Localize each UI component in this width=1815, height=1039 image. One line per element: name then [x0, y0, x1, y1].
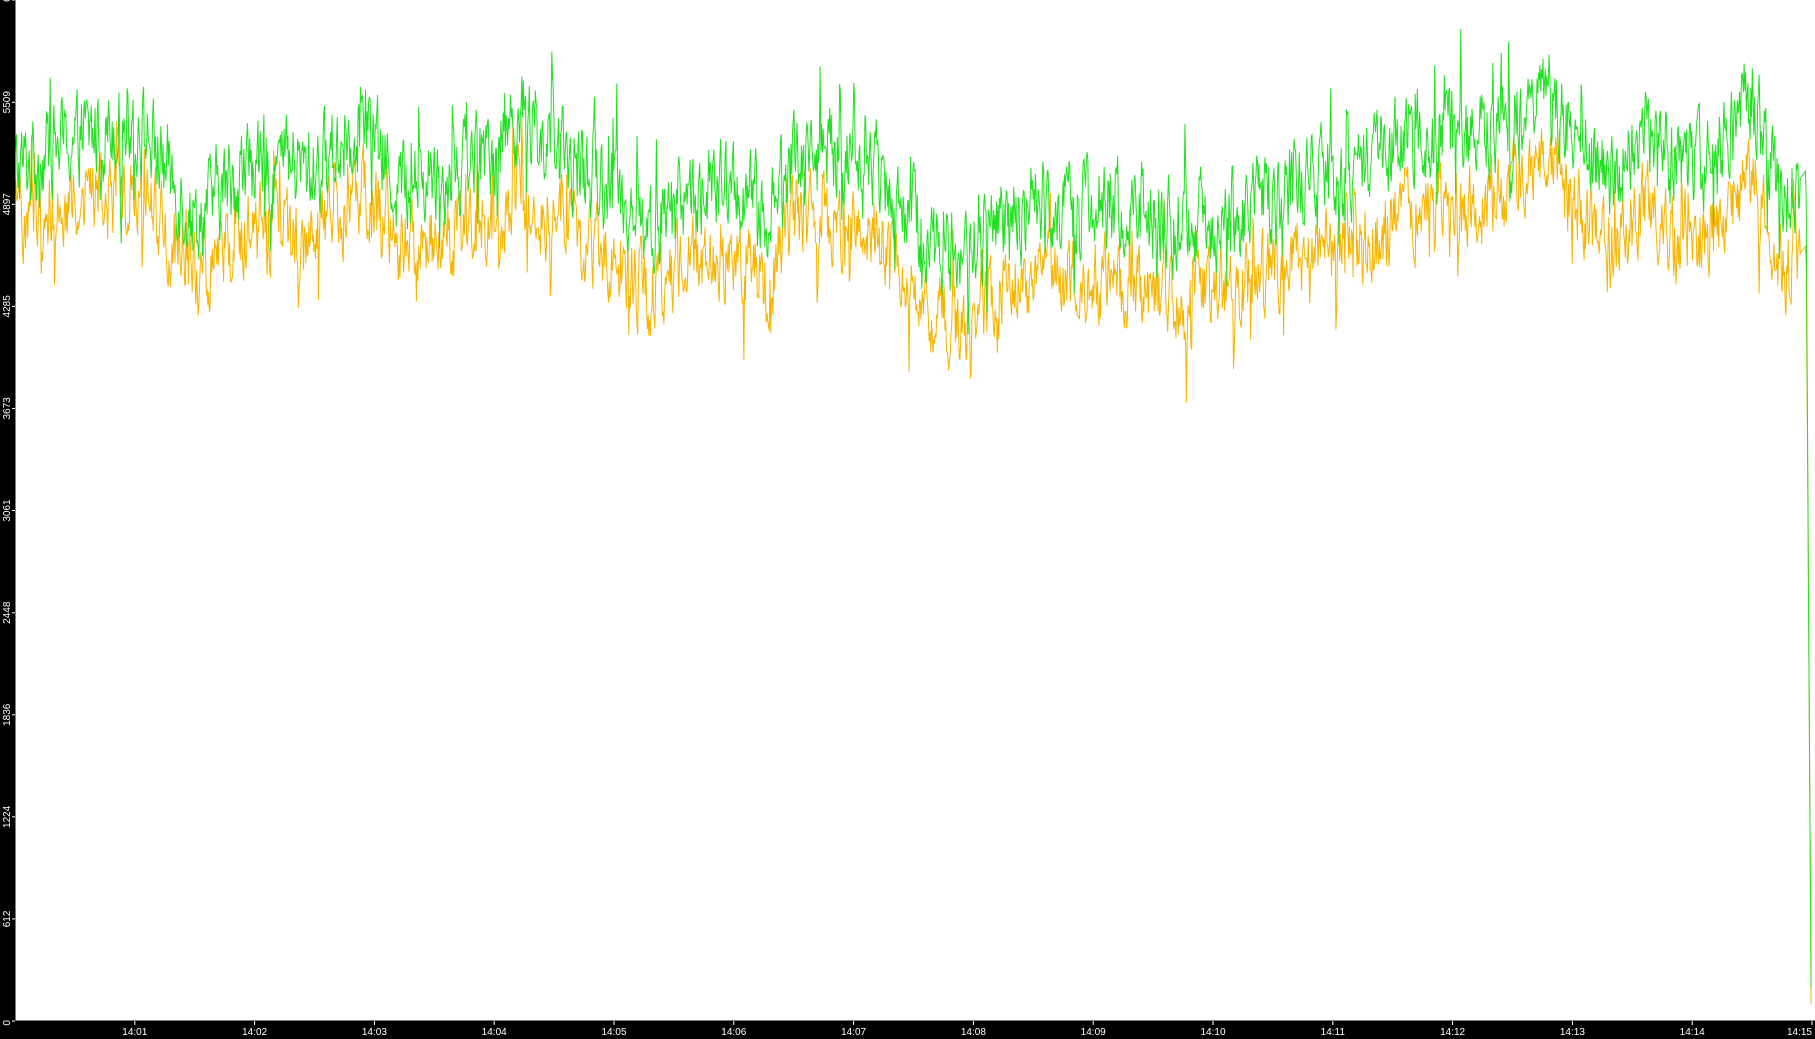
y-tick-label: 2448 — [2, 601, 13, 624]
y-tick-label: 3061 — [2, 499, 13, 522]
x-tick-label: 14:09 — [1081, 1027, 1106, 1038]
y-tick-label: 1836 — [2, 703, 13, 726]
x-tick-label: 14:04 — [482, 1027, 507, 1038]
x-tick-label: 14:11 — [1321, 1027, 1346, 1038]
y-tick-label: 3673 — [2, 397, 13, 420]
y-tick-label: 0 — [2, 1020, 13, 1026]
x-tick-label: 14:14 — [1680, 1027, 1705, 1038]
y-tick-label: 6122 — [2, 0, 13, 2]
x-tick-label: 14:03 — [362, 1027, 387, 1038]
y-tick-label: 5509 — [2, 91, 13, 114]
x-tick-label: 14:10 — [1200, 1027, 1225, 1038]
x-tick-label: 14:06 — [721, 1027, 746, 1038]
y-tick-label: 1224 — [2, 805, 13, 828]
x-tick-label: 14:01 — [122, 1027, 147, 1038]
x-tick-label: 14:07 — [841, 1027, 866, 1038]
y-tick-label: 4897 — [2, 193, 13, 216]
x-tick-label: 14:12 — [1440, 1027, 1465, 1038]
x-tick-label: 14:02 — [242, 1027, 267, 1038]
y-axis-ticks: 0 612 1224 1836 2448 3061 3673 4285 4897 5509 6122 — [2, 0, 15, 1026]
x-tick-label: 14:15 — [1787, 1027, 1812, 1038]
line-chart: 0 612 1224 1836 2448 3061 3673 4285 4897 5509 6122… — [2, 0, 1815, 1038]
chart-container: 0 612 1224 1836 2448 3061 3673 4285 4897 5509 6122… — [0, 0, 1815, 1039]
y-tick-label: 612 — [2, 910, 13, 927]
x-tick-label: 14:05 — [601, 1027, 626, 1038]
x-axis-ticks: 14:01 14:02 14:03 14:04 14:05 14:06 14:07 14:08… — [122, 1021, 1813, 1038]
x-tick-label: 14:13 — [1560, 1027, 1585, 1038]
y-tick-label: 4285 — [2, 295, 13, 318]
x-tick-label: 14:08 — [961, 1027, 986, 1038]
